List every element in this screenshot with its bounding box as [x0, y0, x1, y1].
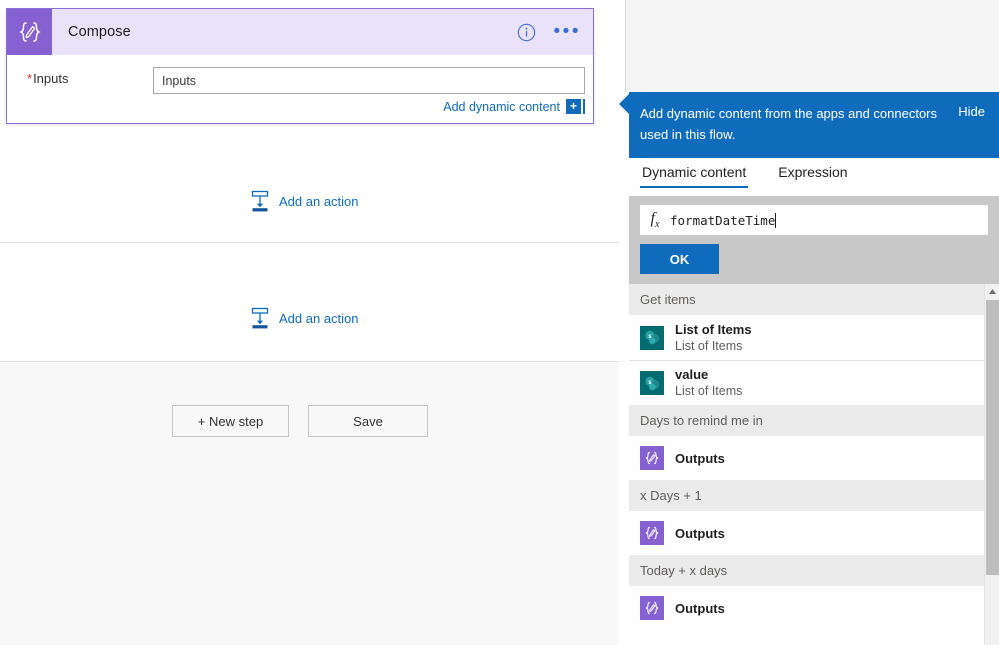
- scroll-up-arrow-icon[interactable]: [985, 284, 999, 299]
- compose-braces-pencil-icon: [640, 446, 664, 470]
- canvas-divider-2: [0, 361, 619, 362]
- dynamic-content-panel: Add dynamic content from the apps and co…: [619, 0, 999, 645]
- canvas-divider-1: [0, 242, 619, 243]
- list-item[interactable]: Outputs: [629, 436, 999, 480]
- add-an-action-label-2: Add an action: [279, 310, 359, 326]
- dynamic-content-list[interactable]: Get items s List of Items List of Items: [629, 284, 999, 645]
- panel-top-spacer: [625, 0, 999, 92]
- compose-braces-pencil-icon: [640, 596, 664, 620]
- compose-card-title: Compose: [68, 24, 131, 40]
- list-item[interactable]: s value List of Items: [629, 360, 999, 405]
- list-item-title: List of Items: [675, 321, 752, 337]
- app-root: Compose ••• *Inputs Add dynam: [0, 0, 999, 645]
- sharepoint-icon: s: [640, 371, 664, 395]
- compose-braces-pencil-icon: [640, 521, 664, 545]
- panel-pointer-caret: [619, 93, 630, 115]
- expression-input[interactable]: fx formatDateTime: [640, 205, 988, 235]
- ellipsis-icon[interactable]: •••: [554, 22, 581, 41]
- add-an-action-label-1: Add an action: [279, 193, 359, 209]
- panel-tab-strip: Dynamic content Expression: [629, 158, 999, 194]
- dynamic-content-banner: Add dynamic content from the apps and co…: [629, 92, 999, 158]
- compose-action-card[interactable]: Compose ••• *Inputs Add dynam: [6, 8, 594, 124]
- list-item-text: Outputs: [675, 525, 725, 542]
- list-item[interactable]: Outputs: [629, 586, 999, 630]
- compose-braces-pencil-icon: [7, 9, 52, 55]
- list-item-title: Outputs: [675, 450, 725, 466]
- group-header-today-plus-x-days: Today + x days: [629, 555, 999, 586]
- banner-text: Add dynamic content from the apps and co…: [640, 106, 938, 142]
- add-dynamic-content-link[interactable]: Add dynamic content +: [443, 99, 585, 114]
- add-dynamic-plus-icon[interactable]: +: [566, 99, 585, 114]
- list-item-text: Outputs: [675, 600, 725, 617]
- info-circle-icon[interactable]: [517, 23, 536, 42]
- list-item-subtitle: List of Items: [675, 338, 743, 353]
- inputs-field-label: *Inputs: [27, 71, 68, 86]
- flow-designer-canvas: Compose ••• *Inputs Add dynam: [0, 0, 619, 645]
- compose-card-header-actions: •••: [517, 9, 581, 55]
- expression-value: formatDateTime: [670, 212, 776, 228]
- list-item-text: List of Items List of Items: [675, 321, 752, 355]
- list-item-text: Outputs: [675, 450, 725, 467]
- sharepoint-icon: s: [640, 325, 664, 350]
- compose-card-header: Compose •••: [7, 9, 593, 55]
- insert-action-icon: [250, 307, 270, 329]
- list-item[interactable]: s List of Items List of Items: [629, 315, 999, 360]
- add-dynamic-content-label: Add dynamic content: [443, 99, 560, 114]
- tab-dynamic-content[interactable]: Dynamic content: [640, 158, 749, 188]
- compose-card-body: *Inputs Add dynamic content +: [7, 55, 593, 124]
- group-header-x-days-plus-1: x Days + 1: [629, 480, 999, 511]
- list-item-text: value List of Items: [675, 366, 742, 400]
- inputs-input[interactable]: [153, 67, 585, 94]
- add-an-action-button-2[interactable]: Add an action: [250, 307, 359, 329]
- dynamic-list-scrollbar[interactable]: [984, 284, 999, 645]
- list-item-subtitle: List of Items: [675, 384, 743, 398]
- required-marker: *: [27, 71, 33, 86]
- list-item[interactable]: Outputs: [629, 511, 999, 555]
- list-item-title: value: [675, 367, 709, 382]
- insert-action-icon: [250, 190, 270, 212]
- group-header-get-items: Get items: [629, 284, 999, 315]
- inputs-label-text: Inputs: [33, 71, 69, 86]
- list-item-title: Outputs: [675, 600, 725, 616]
- group-header-days-to-remind-me-in: Days to remind me in: [629, 405, 999, 436]
- text-caret: [775, 212, 777, 228]
- tab-expression[interactable]: Expression: [776, 158, 849, 188]
- fx-function-icon: fx: [650, 209, 660, 231]
- hide-banner-link[interactable]: Hide: [958, 104, 985, 119]
- add-an-action-button-1[interactable]: Add an action: [250, 190, 359, 212]
- expression-editor-area: fx formatDateTime OK: [629, 196, 999, 284]
- list-item-title: Outputs: [675, 525, 725, 541]
- ok-button[interactable]: OK: [640, 244, 719, 274]
- scrollbar-thumb[interactable]: [986, 300, 999, 575]
- save-button[interactable]: Save: [308, 405, 428, 437]
- new-step-button[interactable]: + New step: [172, 405, 289, 437]
